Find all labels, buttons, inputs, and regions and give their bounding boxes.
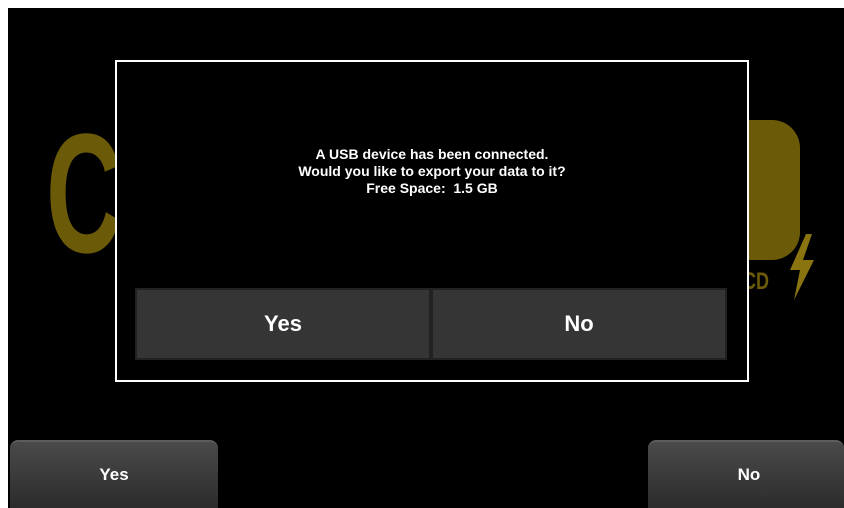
background-logo-left: C xyxy=(46,99,123,289)
softkey-no-button[interactable]: No xyxy=(648,440,844,508)
dialog-yes-button[interactable]: Yes xyxy=(135,288,431,360)
usb-export-dialog: A USB device has been connected. Would y… xyxy=(115,60,749,382)
lightning-bolt-icon xyxy=(790,234,814,300)
dialog-message-line: Would you like to export your data to it… xyxy=(298,163,566,179)
dialog-no-button[interactable]: No xyxy=(431,288,727,360)
dialog-message: A USB device has been connected. Would y… xyxy=(117,146,747,197)
dialog-free-space: Free Space: 1.5 GB xyxy=(366,180,498,196)
softkey-yes-button[interactable]: Yes xyxy=(10,440,218,508)
dialog-message-line: A USB device has been connected. xyxy=(315,146,549,162)
device-screen: C CD Yes No A USB device has been connec… xyxy=(8,8,844,508)
